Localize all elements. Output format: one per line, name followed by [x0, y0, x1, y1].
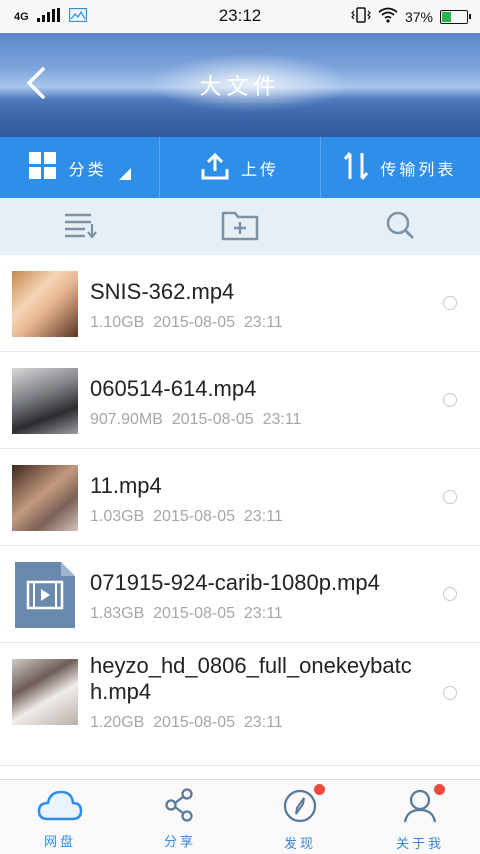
video-thumbnail: [12, 271, 78, 337]
video-file-icon: [15, 562, 75, 628]
new-folder-icon: [221, 209, 259, 245]
file-name: SNIS-362.mp4: [90, 279, 235, 304]
list-item[interactable]: 060514-614.mp4 907.90MB 2015-08-05 23:11: [0, 352, 480, 449]
page-title: 大文件: [199, 75, 281, 100]
share-icon: [163, 788, 197, 826]
file-meta: 1.10GB 2015-08-05 23:11: [90, 314, 283, 332]
nav-item-discover[interactable]: 发现: [240, 780, 360, 854]
compass-icon: [282, 788, 318, 828]
video-thumbnail: [12, 465, 78, 531]
battery-percent: 37%: [404, 9, 433, 25]
file-date: 2015-08-05 23:11: [153, 714, 283, 731]
category-label: 分类: [68, 159, 107, 179]
nav-item-share[interactable]: 分享: [120, 780, 240, 854]
user-icon: [403, 788, 437, 828]
status-right: 37%: [351, 7, 471, 27]
nav-item-netdisk[interactable]: 网盘: [0, 780, 120, 854]
status-bar: 4G 23:12 37%: [0, 0, 480, 33]
wifi-icon: [378, 7, 398, 27]
transfer-list-button[interactable]: 传输列表: [321, 137, 480, 198]
file-date: 2015-08-05 23:11: [171, 411, 302, 428]
file-name: 11.mp4: [90, 473, 162, 498]
bottom-nav: 网盘 分享 发现 关于我: [0, 779, 480, 854]
file-meta: 1.83GB 2015-08-05 23:11: [90, 605, 283, 623]
file-meta: 907.90MB 2015-08-05 23:11: [90, 411, 301, 429]
upload-button[interactable]: 上传: [160, 137, 321, 198]
video-thumbnail: [12, 659, 78, 725]
file-name: 071915-924-carib-1080p.mp4: [90, 570, 380, 595]
file-name: 060514-614.mp4: [90, 376, 257, 401]
list-item[interactable]: 11.mp4 1.03GB 2015-08-05 23:11: [0, 449, 480, 546]
search-icon: [385, 210, 415, 244]
header: 大文件: [0, 33, 480, 137]
toolbar: [0, 198, 480, 255]
transfer-list-label: 传输列表: [380, 159, 457, 179]
file-size: 1.20GB: [90, 714, 145, 731]
dropdown-caret-icon: [118, 167, 131, 180]
file-size: 907.90MB: [90, 411, 163, 428]
nav-label: 关于我: [395, 837, 444, 852]
notification-badge: [314, 784, 325, 795]
notification-badge: [434, 784, 445, 795]
battery-level: [442, 12, 451, 22]
file-date: 2015-08-05 23:11: [153, 314, 283, 331]
category-button[interactable]: 分类: [0, 137, 161, 198]
battery-icon: [440, 10, 471, 24]
search-button[interactable]: [320, 198, 480, 255]
upload-label: 上传: [240, 159, 279, 179]
file-meta: 1.20GB 2015-08-05 23:11: [90, 714, 283, 732]
transfer-arrows-icon: [344, 151, 369, 185]
new-folder-button[interactable]: [160, 198, 320, 255]
list-item[interactable]: heyzo_hd_0806_full_onekeybatch.mp4 1.20G…: [0, 643, 480, 766]
file-size: 1.10GB: [90, 314, 145, 331]
list-item[interactable]: SNIS-362.mp4 1.10GB 2015-08-05 23:11: [0, 255, 480, 352]
list-item[interactable]: 071915-924-carib-1080p.mp4 1.83GB 2015-0…: [0, 546, 480, 643]
select-radio[interactable]: [443, 587, 457, 601]
cloud-icon: [37, 788, 83, 826]
file-list: SNIS-362.mp4 1.10GB 2015-08-05 23:11 060…: [0, 255, 480, 779]
file-size: 1.83GB: [90, 605, 145, 622]
select-radio[interactable]: [443, 686, 457, 700]
vibrate-icon: [351, 7, 371, 27]
file-date: 2015-08-05 23:11: [153, 605, 283, 622]
select-radio[interactable]: [443, 296, 457, 310]
sort-list-icon: [63, 212, 97, 242]
upload-icon: [201, 152, 229, 184]
file-size: 1.03GB: [90, 508, 145, 525]
nav-label: 分享: [163, 835, 196, 850]
action-bar: 分类 上传 传输列表: [0, 137, 480, 198]
nav-label: 发现: [283, 837, 316, 852]
file-date: 2015-08-05 23:11: [153, 508, 283, 525]
video-thumbnail: [12, 368, 78, 434]
file-name: heyzo_hd_0806_full_onekeybatch.mp4: [90, 653, 412, 704]
select-radio[interactable]: [443, 490, 457, 504]
grid-icon: [28, 151, 57, 184]
sort-button[interactable]: [0, 198, 160, 255]
nav-item-about-me[interactable]: 关于我: [360, 780, 480, 854]
select-radio[interactable]: [443, 393, 457, 407]
file-meta: 1.03GB 2015-08-05 23:11: [90, 508, 283, 526]
nav-label: 网盘: [43, 835, 76, 850]
header-background-sea: [0, 103, 480, 137]
